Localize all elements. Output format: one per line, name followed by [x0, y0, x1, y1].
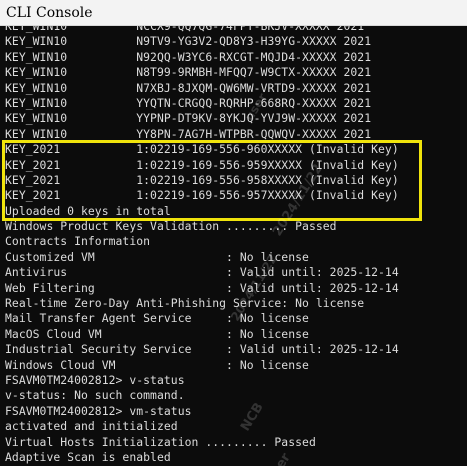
console-prompt-line: FSAVM0TM24002812> v-status	[5, 372, 185, 387]
console-line: v-status: No such command.	[5, 388, 185, 403]
console-line: KEY_WIN10 N9TV9-YG3V2-QD8Y3-H39YG-XXXXX …	[5, 34, 372, 49]
console-line: KEY_WIN10 N7XBJ-8JXQM-QW6MW-VRTD9-XXXXX …	[5, 80, 372, 95]
console-line: KEY_WIN10 YYQTN-CRGQQ-RQRHP-668RQ-XXXXX …	[5, 95, 372, 110]
console-line: Windows Cloud VM : No license	[5, 357, 309, 372]
console-line: Mail Transfer Agent Service : No license	[5, 311, 309, 326]
window-titlebar: CLI Console	[0, 0, 467, 26]
console-line: KEY_WIN10 NCCX9-QQ7QG-74FPT-BKJV-XXXXX 2…	[5, 26, 365, 33]
console-prompt-line: FSAVM0TM24002812> vm-status	[5, 403, 192, 418]
console-line: KEY_WIN10 YYPNP-DT9KV-8YKJQ-YVJ9W-XXXXX …	[5, 111, 372, 126]
console-line: KEY_WIN10 N92QQ-W3YC6-RXCGT-MQJD4-XXXXX …	[5, 49, 372, 64]
console-line: KEY_WIN10 N8T99-9RMBH-MFQQ7-W9CTX-XXXXX …	[5, 65, 372, 80]
console-line: Windows Product Keys Validation ........…	[5, 219, 337, 234]
console-lines: KEY_WIN10 NCCX9-QQ7QG-74FPT-BKJV-XXXXX 2…	[5, 26, 399, 465]
console-line: MacOS Cloud VM : No license	[5, 326, 309, 341]
console-line: Industrial Security Service : Valid unti…	[5, 342, 399, 357]
console-line: KEY_2021 1:02219-169-556-958XXXXX (Inval…	[5, 172, 399, 187]
console-line: KEY_WIN10 YY8PN-7AG7H-WTPBR-QQWQV-XXXXX …	[5, 126, 372, 141]
console-line: KEY_2021 1:02219-169-556-957XXXXX (Inval…	[5, 188, 399, 203]
console-line: Virtual Hosts Initialization ......... P…	[5, 434, 316, 449]
console-line: Real-time Zero-Day Anti-Phishing Service…	[5, 296, 365, 311]
console-line: KEY_2021 1:02219-169-556-959XXXXX (Inval…	[5, 157, 399, 172]
window-title: CLI Console	[6, 5, 93, 21]
console-line: Uploaded 0 keys in total	[5, 203, 171, 218]
console-line: Antivirus : Valid until: 2025-12-14	[5, 265, 399, 280]
console-line: Contracts Information	[5, 234, 151, 249]
console-line: Web Filtering : Valid until: 2025-12-14	[5, 280, 399, 295]
console-line: KEY_2021 1:02219-169-556-960XXXXX (Inval…	[5, 142, 399, 157]
console-line: Adaptive Scan is enabled	[5, 449, 171, 464]
console-output[interactable]: KEY_WIN10 NCCX9-QQ7QG-74FPT-BKJV-XXXXX 2…	[0, 26, 467, 466]
console-line: Customized VM : No license	[5, 249, 309, 264]
console-line: activated and initialized	[5, 419, 178, 434]
